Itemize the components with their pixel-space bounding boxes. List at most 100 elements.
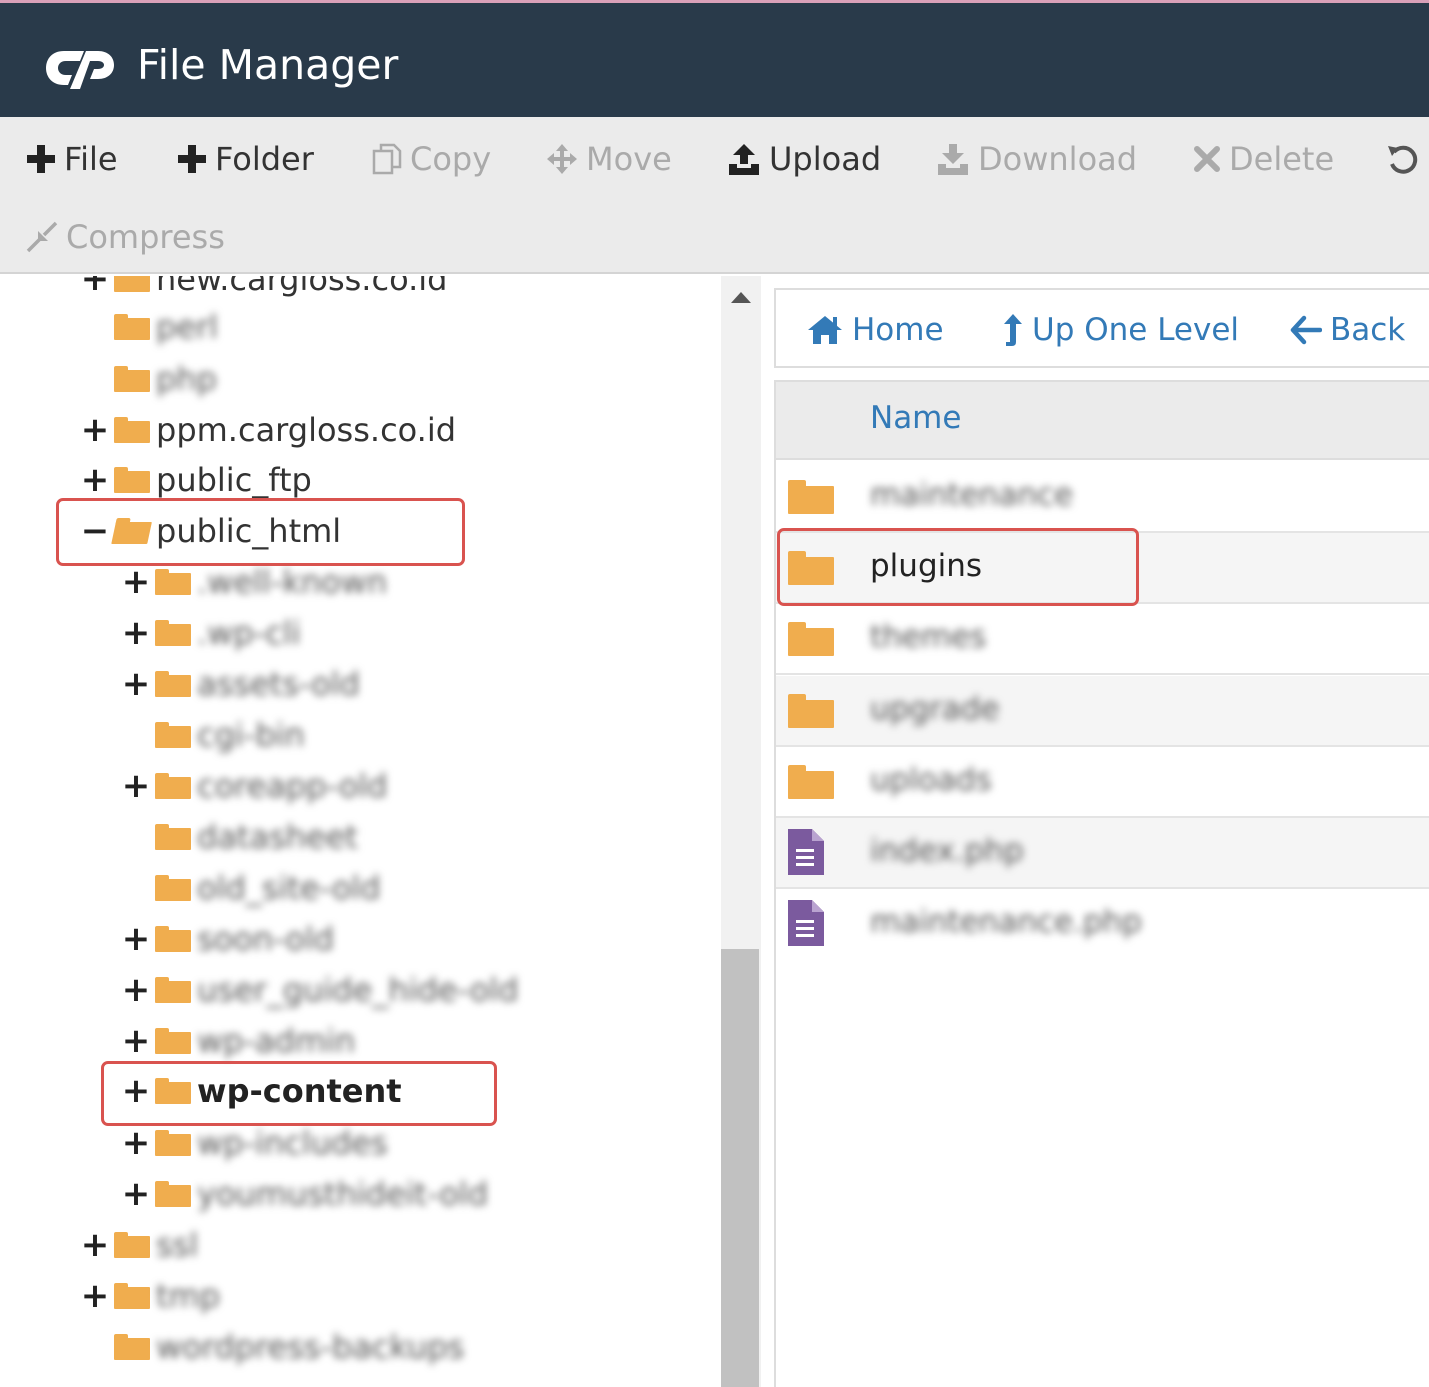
upload-button[interactable]: Upload: [727, 134, 881, 184]
tree-item[interactable]: cgi-bin: [123, 712, 305, 758]
tree-item-label: user_guide_hide-old: [197, 971, 519, 1009]
new-folder-button[interactable]: Folder: [177, 134, 314, 184]
tree-item[interactable]: + assets-old: [122, 661, 360, 707]
folder-icon: [114, 417, 150, 443]
file-name: maintenance.php: [870, 904, 1142, 940]
file-name: themes: [870, 619, 987, 655]
tree-item-label: datasheet: [197, 818, 358, 856]
table-row[interactable]: maintenance: [776, 462, 1429, 533]
expand-toggle[interactable]: +: [122, 973, 151, 1007]
expand-toggle[interactable]: +: [81, 413, 110, 447]
tree-item[interactable]: + public_ftp: [81, 457, 312, 503]
file-name: uploads: [870, 762, 992, 798]
highlight-public-html: [56, 498, 465, 566]
tree-item[interactable]: php: [82, 356, 217, 402]
expand-toggle[interactable]: +: [122, 1024, 151, 1058]
home-icon: [806, 314, 844, 346]
folder-icon: [155, 1028, 191, 1054]
move-label: Move: [586, 140, 672, 178]
tree-item[interactable]: wordpress-backups: [82, 1324, 464, 1370]
tree-item[interactable]: + coreapp-old: [122, 763, 388, 809]
tree-item-label: old_site-old: [197, 869, 381, 907]
file-name: upgrade: [870, 691, 1000, 727]
tree-item[interactable]: + user_guide_hide-old: [122, 967, 519, 1013]
back-label: Back: [1330, 312, 1406, 348]
folder-icon: [155, 1130, 191, 1156]
download-button[interactable]: Download: [936, 134, 1137, 184]
copy-button[interactable]: Copy: [372, 134, 491, 184]
copy-icon: [372, 143, 402, 175]
expand-toggle[interactable]: +: [122, 769, 151, 803]
back-link[interactable]: Back: [1290, 308, 1405, 352]
expand-toggle[interactable]: +: [122, 616, 151, 650]
file-name: maintenance: [870, 477, 1074, 513]
tree-item[interactable]: datasheet: [123, 814, 358, 860]
folder-icon: [114, 467, 150, 493]
expand-toggle[interactable]: +: [122, 667, 151, 701]
tree-scrollbar[interactable]: [721, 276, 761, 1387]
table-row[interactable]: maintenance.php: [776, 889, 1429, 960]
restore-button[interactable]: [1386, 134, 1428, 184]
tree-item-label: soon-old: [197, 920, 335, 958]
tree-item-label: assets-old: [197, 665, 360, 703]
scroll-thumb[interactable]: [721, 949, 759, 1387]
expand-toggle[interactable]: +: [81, 463, 110, 497]
table-row[interactable]: themes: [776, 604, 1429, 675]
tree-item[interactable]: + tmp: [81, 1273, 220, 1319]
expand-toggle[interactable]: +: [81, 1228, 110, 1262]
text-file-icon: [788, 829, 824, 875]
name-column-header[interactable]: Name: [870, 400, 961, 436]
expand-toggle[interactable]: +: [81, 276, 110, 296]
tree-item-label: wp-includes: [197, 1124, 388, 1162]
folder-icon: [114, 1283, 150, 1309]
move-arrows-icon: [546, 143, 578, 175]
table-row[interactable]: uploads: [776, 747, 1429, 818]
compress-button[interactable]: Compress: [26, 212, 225, 262]
delete-button[interactable]: Delete: [1193, 134, 1334, 184]
tree-item[interactable]: + ppm.cargloss.co.id: [81, 407, 457, 453]
expand-toggle[interactable]: +: [122, 1177, 151, 1211]
table-row[interactable]: index.php: [776, 818, 1429, 889]
tree-item[interactable]: old_site-old: [123, 865, 381, 911]
folder-icon: [114, 314, 150, 340]
text-file-icon: [788, 900, 824, 946]
folder-icon: [155, 1181, 191, 1207]
tree-item[interactable]: + wp-admin: [122, 1018, 356, 1064]
tree-item[interactable]: + wp-includes: [122, 1120, 388, 1166]
table-header: Name: [776, 380, 1429, 460]
tree-item[interactable]: + soon-old: [122, 916, 335, 962]
tree-item[interactable]: + ssl: [81, 1222, 199, 1268]
scroll-up-arrow-icon[interactable]: [731, 292, 751, 303]
download-label: Download: [978, 140, 1138, 178]
tree-item[interactable]: + .wp-cli: [122, 610, 301, 656]
highlight-wp-content: [101, 1061, 497, 1126]
tree-item-label: wp-admin: [197, 1022, 356, 1060]
new-file-button[interactable]: File: [26, 134, 118, 184]
tree-item-label: new.cargloss.co.id: [156, 276, 448, 298]
expand-toggle[interactable]: +: [122, 922, 151, 956]
file-name: index.php: [870, 833, 1024, 869]
cpanel-logo-icon[interactable]: [44, 43, 116, 93]
move-button[interactable]: Move: [546, 134, 672, 184]
new-file-label: File: [64, 140, 118, 178]
tree-item[interactable]: + new.cargloss.co.id: [81, 276, 448, 302]
folder-icon: [788, 765, 834, 799]
tree-item-label: ppm.cargloss.co.id: [156, 411, 457, 449]
expand-toggle[interactable]: +: [81, 1279, 110, 1313]
home-link[interactable]: Home: [806, 308, 944, 352]
folder-icon: [788, 480, 834, 514]
expand-toggle[interactable]: +: [122, 1126, 151, 1160]
folder-icon: [155, 671, 191, 697]
tree-item-label: ssl: [156, 1226, 199, 1264]
toolbar: File Folder Copy Move Upload Download De…: [0, 117, 1429, 274]
tree-item[interactable]: + youmusthideit-old: [122, 1171, 488, 1217]
folder-icon: [155, 620, 191, 646]
folder-icon: [788, 694, 834, 728]
table-row[interactable]: upgrade: [776, 676, 1429, 747]
expand-toggle[interactable]: +: [122, 565, 151, 599]
tree-item[interactable]: perl: [82, 304, 218, 350]
folder-icon: [155, 722, 191, 748]
up-one-level-link[interactable]: Up One Level: [1002, 308, 1239, 352]
download-icon: [936, 142, 970, 176]
app-header: File Manager: [0, 3, 1429, 117]
